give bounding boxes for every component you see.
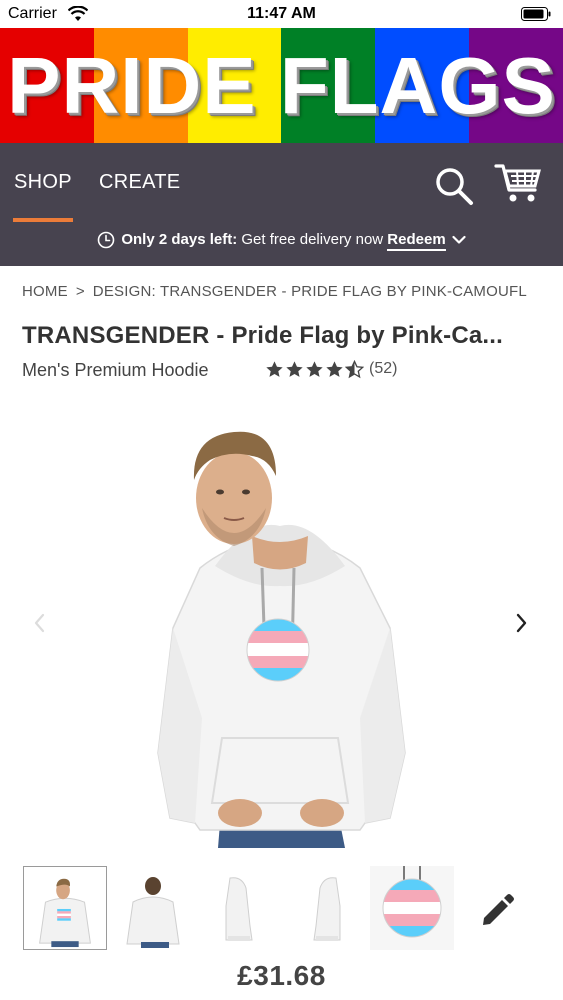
redeem-link[interactable]: Redeem xyxy=(387,231,446,251)
cart-icon[interactable] xyxy=(494,162,542,206)
breadcrumb: HOME > DESIGN: TRANSGENDER - PRIDE FLAG BY… xyxy=(22,283,552,300)
thumbnail-front-view[interactable] xyxy=(23,866,107,950)
clock-time: 11:47 AM xyxy=(247,5,316,22)
shop-logo-title: PRIDE FLAGS xyxy=(7,41,556,130)
search-icon[interactable] xyxy=(434,166,474,206)
chevron-right-icon[interactable] xyxy=(515,612,529,634)
chevron-left-icon[interactable] xyxy=(32,612,46,634)
pencil-edit-icon[interactable] xyxy=(478,892,516,930)
star-full-icon xyxy=(306,360,323,377)
thumbnail-design-close-up[interactable] xyxy=(370,866,454,950)
star-full-icon xyxy=(286,360,303,377)
product-image-gallery xyxy=(0,400,563,855)
delivery-promo: Only 2 days left: Get free delivery now … xyxy=(0,231,563,261)
star-half-icon xyxy=(345,359,364,378)
product-title: TRANSGENDER - Pride Flag by Pink-Ca... xyxy=(22,322,504,349)
breadcrumb-home[interactable]: HOME xyxy=(22,283,68,300)
star-full-icon xyxy=(326,360,343,377)
clock-icon xyxy=(98,231,115,249)
chevron-down-icon[interactable] xyxy=(452,235,466,245)
battery-icon xyxy=(521,7,551,21)
product-price: £31.68 xyxy=(237,960,326,991)
promo-highlight: Only 2 days left: xyxy=(121,231,238,248)
rating-count: (52) xyxy=(369,360,398,377)
active-tab-indicator xyxy=(13,218,73,222)
tab-create[interactable]: CREATE xyxy=(99,171,180,194)
thumbnail-left-side-view[interactable] xyxy=(196,866,280,950)
breadcrumb-separator: > xyxy=(75,283,85,300)
product-model-image[interactable] xyxy=(140,418,420,848)
product-type: Men's Premium Hoodie xyxy=(22,360,209,380)
tab-shop[interactable]: SHOP xyxy=(14,171,72,194)
thumbnail-strip xyxy=(0,866,563,952)
promo-text: Get free delivery now xyxy=(237,231,388,248)
product-rating[interactable]: (52) xyxy=(265,358,397,380)
main-nav: SHOP CREATE Only 2 days left: Get free d… xyxy=(0,143,563,266)
star-full-icon xyxy=(266,360,283,377)
breadcrumb-design[interactable]: DESIGN: TRANSGENDER - PRIDE FLAG BY PINK… xyxy=(93,283,527,300)
thumbnail-right-side-view[interactable] xyxy=(286,866,370,950)
pride-flags-banner[interactable]: PRIDE FLAGS xyxy=(0,28,563,143)
status-bar: Carrier 11:47 AM xyxy=(0,0,563,28)
thumbnail-back-view[interactable] xyxy=(113,866,197,950)
